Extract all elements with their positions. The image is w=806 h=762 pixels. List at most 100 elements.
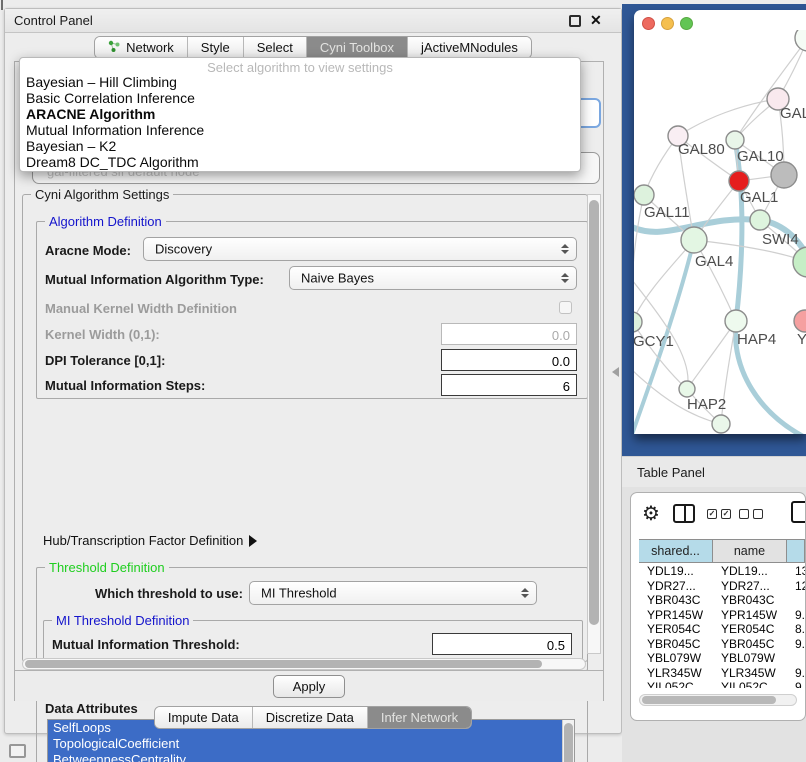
- tab-jactivemnodules[interactable]: jActiveMNodules: [407, 37, 531, 58]
- clipped-icon[interactable]: [791, 501, 806, 523]
- table-row[interactable]: YDL19...YDL19...13: [639, 564, 805, 579]
- scrollbar-thumb[interactable]: [642, 696, 776, 704]
- hub-definition-label: Hub/Transcription Factor Definition: [43, 533, 243, 548]
- gear-icon[interactable]: ⚙: [642, 501, 660, 526]
- table-row[interactable]: YIL052CYIL052C9.: [639, 680, 805, 688]
- table-cell: 9.: [787, 680, 805, 688]
- kernel-width-field[interactable]: [441, 323, 577, 345]
- dropdown-item[interactable]: Basic Correlation Inference: [20, 90, 580, 106]
- checked-boxes-icon[interactable]: ✓✓: [707, 509, 731, 519]
- network-node[interactable]: [634, 185, 654, 205]
- network-node[interactable]: [794, 310, 806, 332]
- table-cell: [787, 593, 805, 608]
- node-label: GCY1: [634, 333, 674, 350]
- close-traffic-light-icon[interactable]: [642, 17, 655, 30]
- dropdown-item[interactable]: Mutual Information Inference: [20, 122, 580, 138]
- settings-group-title: Cyni Algorithm Settings: [31, 187, 173, 202]
- settings-horizontal-scrollbar[interactable]: [22, 658, 586, 670]
- network-node[interactable]: [771, 162, 797, 188]
- attribute-list-item[interactable]: BetweennessCentrality: [48, 752, 574, 762]
- apply-button[interactable]: Apply: [273, 675, 345, 698]
- column-header[interactable]: [787, 540, 805, 562]
- network-node[interactable]: [729, 171, 749, 191]
- tab-label: Network: [126, 40, 174, 55]
- table-panel-titlebar: Table Panel: [622, 456, 806, 487]
- network-node[interactable]: [679, 381, 695, 397]
- table-row[interactable]: YBR043CYBR043C: [639, 593, 805, 608]
- expander-right-icon: [249, 535, 257, 547]
- scrollbar-thumb[interactable]: [589, 200, 599, 625]
- table-row[interactable]: YDR27...YDR27...12: [639, 579, 805, 594]
- table-cell: YLR345W: [713, 666, 787, 681]
- network-canvas[interactable]: GALGAL80GAL10GAL11GAL1SWI4GAL4GCY1HAP4YH…: [634, 30, 806, 434]
- network-node[interactable]: [681, 227, 707, 253]
- which-threshold-combo[interactable]: MI Threshold: [249, 581, 537, 605]
- table-cell: YDL19...: [713, 564, 787, 579]
- mi-threshold-field[interactable]: [432, 633, 572, 655]
- settings-vertical-scrollbar[interactable]: [587, 194, 601, 654]
- table-row[interactable]: YLR345WYLR345W9.: [639, 666, 805, 681]
- hub-definition-expander[interactable]: Hub/Transcription Factor Definition: [43, 533, 257, 548]
- network-node[interactable]: [793, 247, 806, 277]
- dpi-tolerance-field[interactable]: [441, 349, 577, 371]
- table-cell: 12: [787, 579, 805, 594]
- network-node[interactable]: [712, 415, 730, 433]
- bottom-tab-impute-data[interactable]: Impute Data: [155, 707, 252, 728]
- float-window-icon[interactable]: [569, 15, 581, 27]
- tab-select[interactable]: Select: [243, 37, 306, 58]
- columns-icon[interactable]: [673, 504, 695, 523]
- manual-kernel-checkbox[interactable]: [559, 301, 572, 314]
- algorithm-definition-group: Algorithm Definition Aracne Mode: Discov…: [36, 221, 588, 399]
- unchecked-boxes-icon[interactable]: [739, 509, 763, 519]
- mi-threshold-definition-title: MI Threshold Definition: [52, 613, 193, 628]
- network-node[interactable]: [795, 30, 806, 51]
- minimized-panel-icon[interactable]: [9, 744, 26, 758]
- dropdown-item[interactable]: Dream8 DC_TDC Algorithm: [20, 154, 580, 170]
- attribute-list-item[interactable]: TopologicalCoefficient: [48, 736, 574, 752]
- close-icon[interactable]: ✕: [590, 12, 602, 29]
- mi-type-combo[interactable]: Naive Bayes: [289, 266, 577, 290]
- aracne-mode-combo[interactable]: Discovery: [143, 237, 577, 261]
- bottom-tab-infer-network[interactable]: Infer Network: [367, 707, 471, 728]
- network-window[interactable]: GALGAL80GAL10GAL11GAL1SWI4GAL4GCY1HAP4YH…: [634, 10, 806, 434]
- column-header[interactable]: shared...: [639, 540, 713, 562]
- node-label: HAP2: [687, 396, 726, 413]
- node-label: GAL: [780, 105, 806, 122]
- table-horizontal-scrollbar[interactable]: [639, 694, 797, 706]
- tab-network[interactable]: Network: [95, 37, 187, 58]
- dropdown-item[interactable]: ARACNE Algorithm: [20, 106, 580, 122]
- tab-style[interactable]: Style: [187, 37, 243, 58]
- zoom-traffic-light-icon[interactable]: [680, 17, 693, 30]
- control-panel-titlebar: Control Panel ✕: [5, 9, 621, 33]
- table-panel-title: Table Panel: [637, 465, 705, 480]
- splitter-collapse-icon[interactable]: [612, 367, 619, 377]
- table-row[interactable]: YPR145WYPR145W9.: [639, 608, 805, 623]
- which-threshold-value: MI Threshold: [261, 586, 337, 601]
- table-cell: YIL052C: [639, 680, 713, 688]
- table-row[interactable]: YBL079WYBL079W: [639, 651, 805, 666]
- node-label: Y: [797, 331, 806, 348]
- network-node[interactable]: [634, 312, 642, 332]
- table-body: YDL19...YDL19...13YDR27...YDR27...12YBR0…: [639, 564, 805, 688]
- bottom-tab-discretize-data[interactable]: Discretize Data: [252, 707, 367, 728]
- column-header[interactable]: name: [713, 540, 787, 562]
- threshold-definition-group: Threshold Definition Which threshold to …: [36, 567, 588, 671]
- dropdown-item[interactable]: Bayesian – Hill Climbing: [20, 74, 580, 90]
- scrollbar-thumb[interactable]: [25, 660, 542, 668]
- table-row[interactable]: YER054CYER054C8.: [639, 622, 805, 637]
- network-node[interactable]: [725, 310, 747, 332]
- tab-cyni-toolbox[interactable]: Cyni Toolbox: [306, 37, 407, 58]
- minimize-traffic-light-icon[interactable]: [661, 17, 674, 30]
- network-node[interactable]: [726, 131, 744, 149]
- mi-steps-field[interactable]: [441, 374, 577, 396]
- dropdown-item[interactable]: Bayesian – K2: [20, 138, 580, 154]
- network-node[interactable]: [750, 210, 770, 230]
- table-cell: YER054C: [713, 622, 787, 637]
- table-row[interactable]: YBR045CYBR045C9.: [639, 637, 805, 652]
- table-cell: YBR045C: [639, 637, 713, 652]
- table-panel-area: ⚙ ✓✓ shared...name YDL19...YDL19...13YDR…: [622, 487, 806, 762]
- mi-type-label: Mutual Information Algorithm Type:: [45, 272, 264, 287]
- bottom-tab-label: Infer Network: [381, 710, 458, 725]
- mi-steps-label: Mutual Information Steps:: [45, 378, 205, 393]
- window-controls: [642, 17, 693, 30]
